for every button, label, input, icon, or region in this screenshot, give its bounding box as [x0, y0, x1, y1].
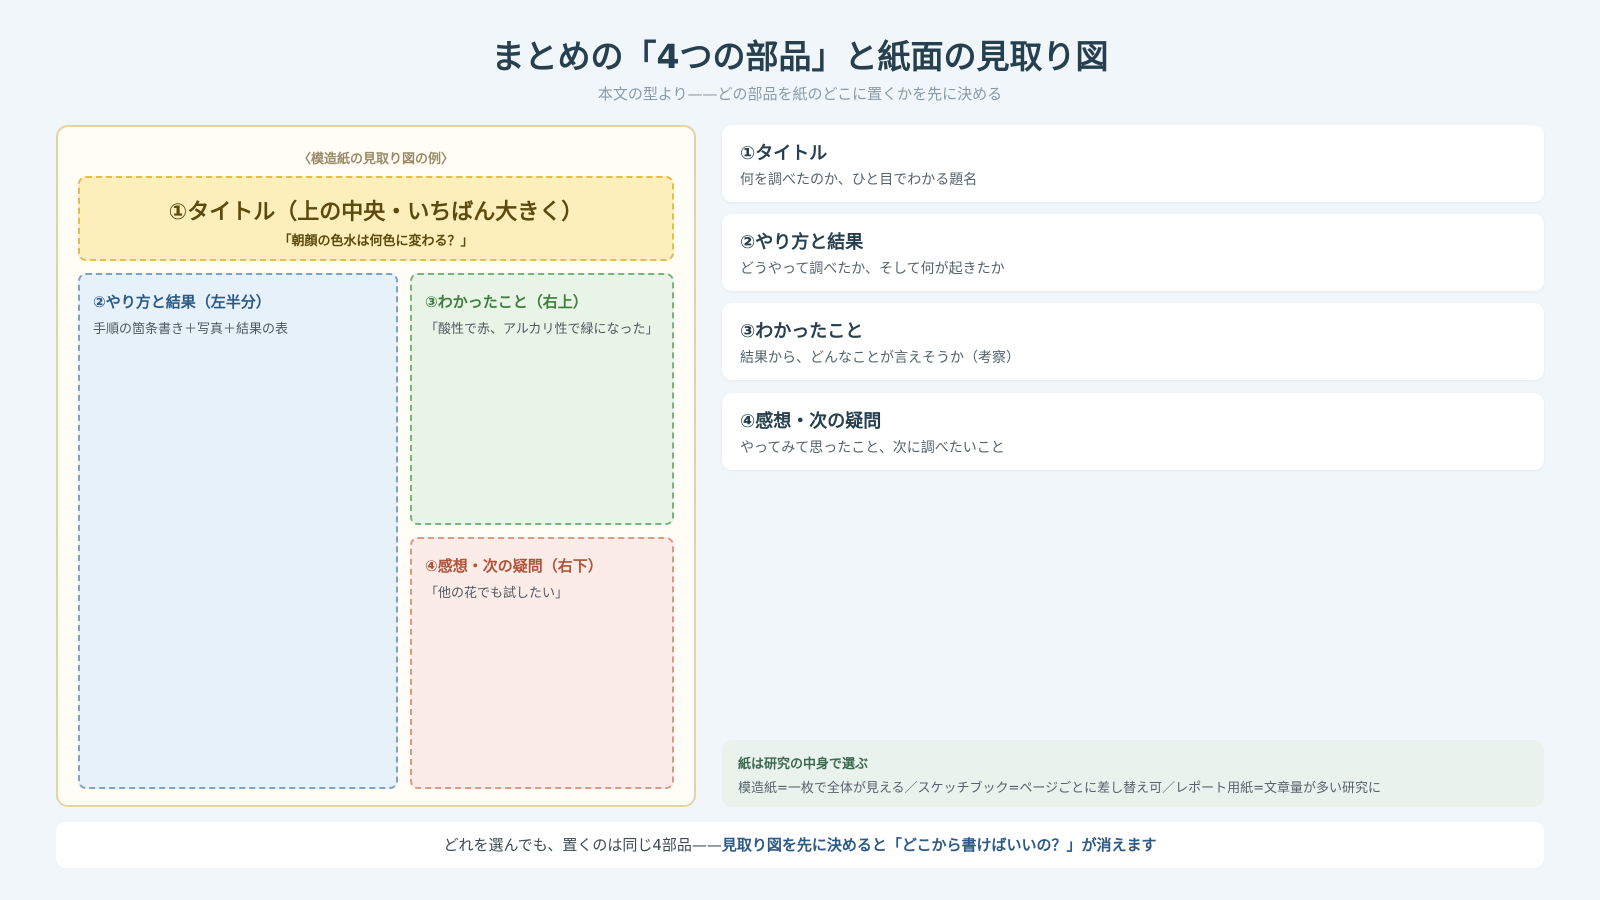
- feelings-zone: ④感想・次の疑問（右下） 「他の花でも試したい」: [410, 537, 674, 789]
- learned-zone: ③わかったこと（右上） 「酸性で赤、アルカリ性で緑になった」: [410, 273, 674, 525]
- method-zone-heading: ②やり方と結果（左半分）: [93, 293, 271, 311]
- feelings-zone-description: 「他の花でも試したい」: [425, 586, 569, 601]
- part-card-description: どうやって調べたか、そして何が起きたか: [740, 261, 1005, 277]
- note-text: 模造紙=一枚で全体が見える／スケッチブック=ページごとに差し替え可／レポート用紙…: [738, 781, 1382, 796]
- title-zone-heading: ①タイトル（上の中央・いちばん大きく）: [168, 200, 584, 225]
- part-card-heading: ②やり方と結果: [740, 232, 864, 253]
- part-card-description: 何を調べたのか、ひと目でわかる題名: [740, 172, 978, 188]
- page-subtitle: 本文の型より——どの部品を紙のどこに置くかを先に決める: [597, 85, 1003, 103]
- part-card-heading: ①タイトル: [740, 143, 828, 164]
- part-card-feelings: ④感想・次の疑問 やってみて思ったこと、次に調べたいこと: [722, 393, 1544, 470]
- part-card-description: やってみて思ったこと、次に調べたいこと: [740, 440, 1005, 456]
- footer-text: どれを選んでも、置くのは同じ4部品——: [443, 836, 722, 854]
- learned-zone-heading: ③わかったこと（右上）: [425, 293, 588, 311]
- feelings-zone-heading: ④感想・次の疑問（右下）: [425, 557, 603, 575]
- part-card-learned: ③わかったこと 結果から、どんなことが言えそうか（考察）: [722, 303, 1544, 380]
- part-card-title: ①タイトル 何を調べたのか、ひと目でわかる題名: [722, 125, 1544, 202]
- part-card-description: 結果から、どんなことが言えそうか（考察）: [740, 350, 1020, 366]
- part-card-heading: ④感想・次の疑問: [740, 411, 882, 432]
- paper-choice-note: 紙は研究の中身で選ぶ 模造紙=一枚で全体が見える／スケッチブック=ページごとに差…: [722, 740, 1544, 807]
- method-zone: ②やり方と結果（左半分） 手順の箇条書き＋写真＋結果の表: [78, 273, 398, 789]
- title-zone: ①タイトル（上の中央・いちばん大きく） 「朝顔の色水は何色に変わる？」: [78, 176, 674, 261]
- footer-emphasis: 見取り図を先に決めると「どこから書けばいいの？」が消えます: [721, 836, 1157, 854]
- footer-message: どれを選んでも、置くのは同じ4部品——見取り図を先に決めると「どこから書けばいい…: [56, 822, 1544, 868]
- page-title: まとめの「4つの部品」と紙面の見取り図: [491, 37, 1109, 76]
- title-zone-example: 「朝顔の色水は何色に変わる？」: [278, 234, 474, 249]
- paper-layout-example: 〈模造紙の見取り図の例〉 ①タイトル（上の中央・いちばん大きく） 「朝顔の色水は…: [56, 125, 696, 807]
- part-card-method: ②やり方と結果 どうやって調べたか、そして何が起きたか: [722, 214, 1544, 291]
- paper-caption: 〈模造紙の見取り図の例〉: [297, 152, 454, 167]
- method-zone-description: 手順の箇条書き＋写真＋結果の表: [93, 322, 289, 337]
- note-heading: 紙は研究の中身で選ぶ: [738, 757, 869, 772]
- learned-zone-description: 「酸性で赤、アルカリ性で緑になった」: [425, 322, 659, 337]
- part-card-heading: ③わかったこと: [740, 321, 864, 342]
